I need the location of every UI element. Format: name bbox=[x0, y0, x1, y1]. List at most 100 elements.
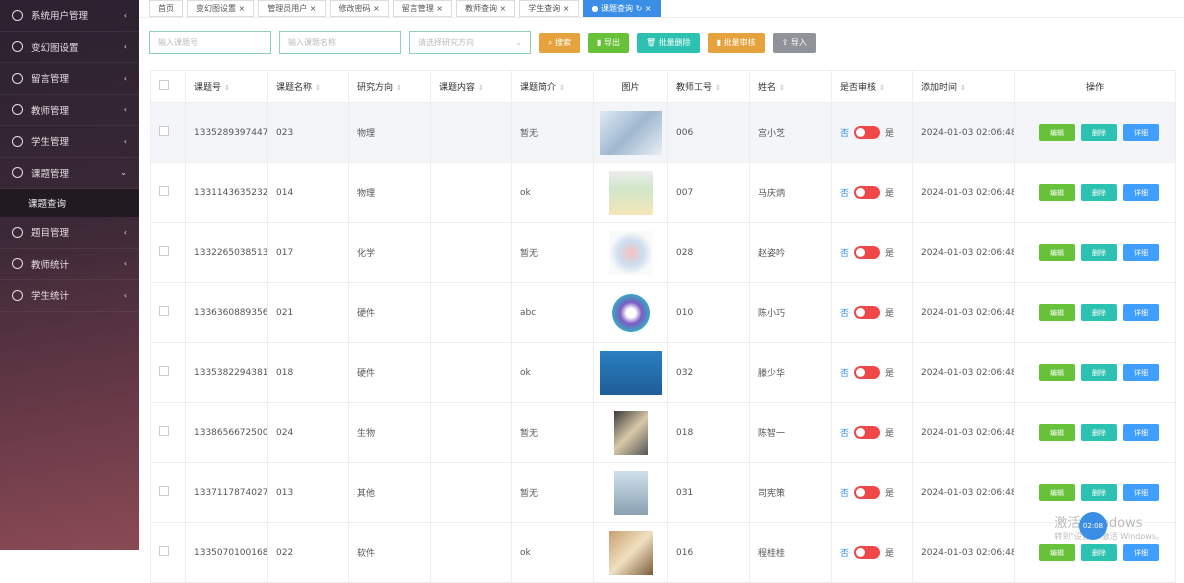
column-header[interactable]: 姓名 ⇕ bbox=[749, 70, 832, 103]
topic-image[interactable] bbox=[599, 110, 662, 155]
direction-select[interactable]: 请选择研究方向 ⌄ bbox=[409, 31, 531, 54]
delete-button[interactable]: 删除 bbox=[1081, 304, 1117, 321]
export-button[interactable]: ▮ 导出 bbox=[588, 32, 629, 53]
row-checkbox[interactable] bbox=[159, 546, 169, 556]
sidebar-item[interactable]: 学生管理 ‹ bbox=[0, 126, 139, 158]
delete-button[interactable]: 删除 bbox=[1081, 364, 1117, 381]
topic-id-input[interactable]: 输入课题号 bbox=[149, 31, 271, 54]
row-checkbox[interactable] bbox=[159, 246, 169, 256]
detail-button[interactable]: 详细 bbox=[1123, 124, 1159, 141]
topic-image[interactable] bbox=[608, 170, 653, 215]
review-toggle[interactable] bbox=[854, 426, 881, 439]
sidebar-item[interactable]: 变幻图设置 ‹ bbox=[0, 32, 139, 63]
review-toggle[interactable] bbox=[854, 546, 881, 559]
close-icon[interactable]: × bbox=[373, 4, 380, 13]
edit-button[interactable]: 编辑 bbox=[1039, 184, 1075, 201]
sidebar-item[interactable]: 题目管理 ‹ bbox=[0, 217, 139, 249]
sort-icon[interactable]: ⇕ bbox=[315, 84, 321, 92]
column-header[interactable]: 是否审核 ⇕ bbox=[831, 70, 913, 103]
delete-button[interactable]: 删除 bbox=[1081, 544, 1117, 561]
edit-button[interactable]: 编辑 bbox=[1039, 484, 1075, 501]
delete-button[interactable]: 删除 bbox=[1081, 424, 1117, 441]
tab[interactable]: ● 课题查询 ↻ × bbox=[582, 0, 661, 17]
sidebar-item[interactable]: 留言管理 ‹ bbox=[0, 63, 139, 95]
detail-button[interactable]: 详细 bbox=[1123, 304, 1159, 321]
detail-button[interactable]: 详细 bbox=[1123, 364, 1159, 381]
row-checkbox[interactable] bbox=[159, 366, 169, 376]
sidebar-item[interactable]: 学生统计 ‹ bbox=[0, 280, 139, 312]
edit-button[interactable]: 编辑 bbox=[1039, 124, 1075, 141]
detail-button[interactable]: 详细 bbox=[1123, 424, 1159, 441]
close-icon[interactable]: × bbox=[239, 4, 246, 13]
sort-icon[interactable]: ⇕ bbox=[224, 84, 230, 92]
batch-delete-button[interactable]: 🗑 批量删除 bbox=[636, 32, 700, 53]
tab[interactable]: 留言管理 × bbox=[392, 0, 452, 17]
row-checkbox[interactable] bbox=[159, 186, 169, 196]
sort-icon[interactable]: ⇕ bbox=[715, 84, 721, 92]
tab[interactable]: 变幻图设置 × bbox=[187, 0, 255, 17]
refresh-icon[interactable]: ↻ bbox=[636, 4, 643, 13]
edit-button[interactable]: 编辑 bbox=[1039, 244, 1075, 261]
tab[interactable]: 教师查询 × bbox=[456, 0, 516, 17]
detail-button[interactable]: 详细 bbox=[1123, 544, 1159, 561]
select-all-checkbox[interactable] bbox=[159, 80, 169, 90]
row-checkbox[interactable] bbox=[159, 486, 169, 496]
topic-image[interactable] bbox=[613, 410, 648, 455]
detail-button[interactable]: 详细 bbox=[1123, 244, 1159, 261]
review-toggle[interactable] bbox=[854, 306, 881, 319]
search-button[interactable]: ⌕ 搜索 bbox=[539, 32, 581, 53]
column-header[interactable]: 课题内容 ⇕ bbox=[430, 70, 512, 103]
review-toggle[interactable] bbox=[854, 186, 881, 199]
tab[interactable]: 学生查询 × bbox=[519, 0, 579, 17]
topic-image[interactable] bbox=[599, 350, 662, 395]
edit-button[interactable]: 编辑 bbox=[1039, 304, 1075, 321]
tab[interactable]: 管理员用户 × bbox=[258, 0, 326, 17]
column-header[interactable]: 教师工号 ⇕ bbox=[667, 70, 750, 103]
delete-button[interactable]: 删除 bbox=[1081, 484, 1117, 501]
row-checkbox[interactable] bbox=[159, 306, 169, 316]
detail-button[interactable]: 详细 bbox=[1123, 484, 1159, 501]
tab[interactable]: 修改密码 × bbox=[329, 0, 389, 17]
detail-button[interactable]: 详细 bbox=[1123, 184, 1159, 201]
review-toggle[interactable] bbox=[854, 246, 881, 259]
sidebar-item[interactable]: 教师管理 ‹ bbox=[0, 95, 139, 126]
sidebar-item[interactable]: 系统用户管理 ‹ bbox=[0, 0, 139, 32]
edit-button[interactable]: 编辑 bbox=[1039, 544, 1075, 561]
row-checkbox[interactable] bbox=[159, 126, 169, 136]
topic-image[interactable] bbox=[608, 530, 653, 575]
column-header[interactable]: 课题简介 ⇕ bbox=[511, 70, 594, 103]
review-toggle[interactable] bbox=[854, 366, 881, 379]
delete-button[interactable]: 删除 bbox=[1081, 244, 1117, 261]
close-icon[interactable]: × bbox=[310, 4, 317, 13]
topic-image[interactable] bbox=[608, 290, 653, 335]
edit-button[interactable]: 编辑 bbox=[1039, 424, 1075, 441]
delete-button[interactable]: 删除 bbox=[1081, 124, 1117, 141]
sort-icon[interactable]: ⇕ bbox=[559, 84, 565, 92]
column-header[interactable]: 添加时间 ⇕ bbox=[912, 70, 1015, 103]
sidebar-subitem-topic-query[interactable]: 课题查询 bbox=[0, 189, 139, 217]
sort-icon[interactable]: ⇕ bbox=[478, 84, 484, 92]
tab[interactable]: 首页 bbox=[149, 0, 183, 17]
topic-name-input[interactable]: 输入课题名称 bbox=[279, 31, 401, 54]
column-header[interactable]: 课题名称 ⇕ bbox=[267, 70, 349, 103]
sort-icon[interactable]: ⇕ bbox=[396, 84, 402, 92]
sort-icon[interactable]: ⇕ bbox=[960, 84, 966, 92]
review-toggle[interactable] bbox=[854, 486, 881, 499]
topic-image[interactable] bbox=[608, 230, 653, 275]
close-icon[interactable]: × bbox=[563, 4, 570, 13]
topic-image[interactable] bbox=[613, 470, 648, 515]
sidebar-item[interactable]: 课题管理 ⌄ bbox=[0, 158, 139, 189]
close-icon[interactable]: × bbox=[500, 4, 507, 13]
column-header[interactable]: 课题号 ⇕ bbox=[185, 70, 268, 103]
close-icon[interactable]: × bbox=[436, 4, 443, 13]
sort-icon[interactable]: ⇕ bbox=[779, 84, 785, 92]
close-icon[interactable]: × bbox=[645, 4, 652, 13]
delete-button[interactable]: 删除 bbox=[1081, 184, 1117, 201]
floating-timer-button[interactable]: 02:08 bbox=[1079, 512, 1107, 540]
review-toggle[interactable] bbox=[854, 126, 881, 139]
sidebar-item[interactable]: 教师统计 ‹ bbox=[0, 249, 139, 280]
column-header[interactable]: 研究方向 ⇕ bbox=[348, 70, 431, 103]
import-button[interactable]: ⇪ 导入 bbox=[772, 32, 816, 53]
batch-review-button[interactable]: ▮ 批量审核 bbox=[707, 32, 765, 53]
edit-button[interactable]: 编辑 bbox=[1039, 364, 1075, 381]
